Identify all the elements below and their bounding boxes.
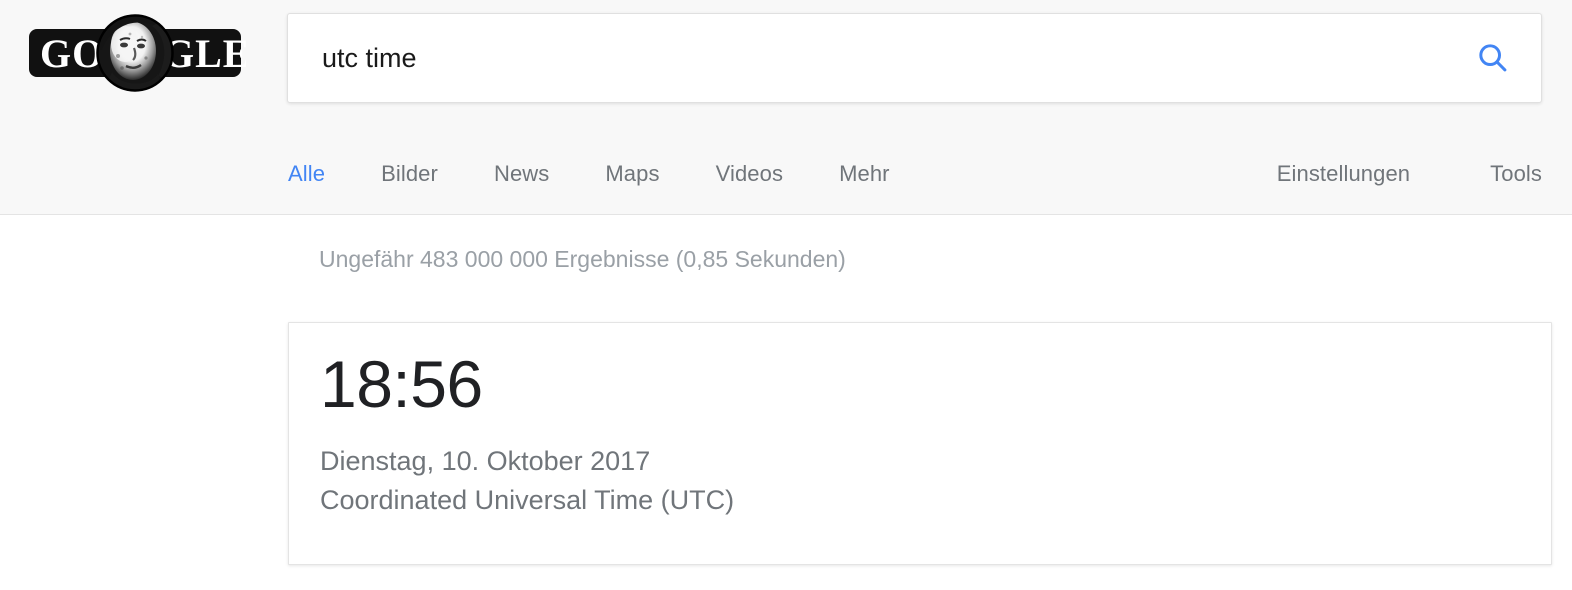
settings-button[interactable]: Einstellungen <box>1277 140 1410 221</box>
search-input[interactable] <box>322 14 1422 102</box>
tab-videos[interactable]: Videos <box>716 140 783 221</box>
search-results-area: Ungefähr 483 000 000 Ergebnisse (0,85 Se… <box>0 216 1572 590</box>
search-icon <box>1479 44 1507 72</box>
time-answer-card: 18:56 Dienstag, 10. Oktober 2017 Coordin… <box>288 322 1552 565</box>
current-time: 18:56 <box>320 347 483 421</box>
svg-text:GO: GO <box>40 31 104 76</box>
search-header: GO GLE utc time Alle Bilder News Maps Vi… <box>0 0 1572 221</box>
result-stats: Ungefähr 483 000 000 Ergebnisse (0,85 Se… <box>319 246 846 272</box>
svg-text:GLE: GLE <box>163 31 246 76</box>
tab-alle[interactable]: Alle <box>288 140 326 221</box>
tab-maps[interactable]: Maps <box>605 140 659 221</box>
tab-bilder[interactable]: Bilder <box>381 140 438 221</box>
doodle-artwork: GO GLE <box>29 14 246 92</box>
search-nav-tabs: Alle Bilder News Maps Videos Mehr <box>288 140 890 221</box>
google-doodle-logo[interactable]: GO GLE <box>24 10 246 96</box>
search-nav: Alle Bilder News Maps Videos Mehr Einste… <box>0 140 1572 221</box>
timezone-label: Coordinated Universal Time (UTC) <box>320 485 735 515</box>
search-nav-utilities: Einstellungen Tools <box>1277 140 1542 221</box>
tab-mehr[interactable]: Mehr <box>839 140 890 221</box>
search-box[interactable] <box>287 13 1542 103</box>
tab-news[interactable]: News <box>494 140 549 221</box>
tools-button[interactable]: Tools <box>1490 140 1542 221</box>
search-submit-button[interactable] <box>1471 36 1515 80</box>
current-date: Dienstag, 10. Oktober 2017 <box>320 446 651 476</box>
